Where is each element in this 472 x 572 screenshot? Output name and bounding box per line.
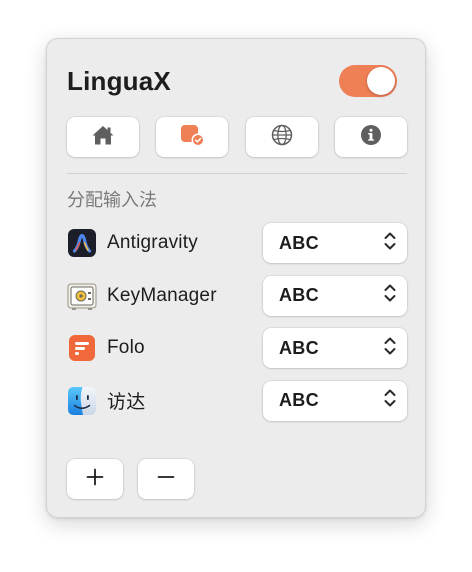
app-name: Antigravity (107, 232, 198, 253)
input-method-value: ABC (279, 285, 319, 305)
header: LinguaX (67, 59, 397, 103)
home-icon (91, 124, 115, 151)
divider (67, 173, 407, 174)
section-title: 分配输入法 (67, 190, 157, 211)
app-name: 访达 (107, 391, 146, 413)
footer (67, 459, 209, 499)
info-button[interactable] (334, 117, 407, 157)
info-icon (360, 124, 382, 151)
app-name: Folo (107, 337, 145, 358)
app-row-folo: Folo ABC (67, 328, 407, 368)
input-method-select[interactable]: ABC (263, 275, 407, 316)
chevron-up-down-icon (383, 335, 397, 362)
app-row-antigravity: Antigravity ABC (67, 223, 407, 263)
app-name: KeyManager (107, 284, 217, 306)
app-assign-icon (179, 123, 205, 152)
chevron-up-down-icon (383, 230, 397, 257)
chevron-up-down-icon (383, 387, 397, 414)
add-button[interactable] (67, 459, 123, 499)
keymanager-app-icon (67, 281, 97, 311)
input-method-value: ABC (279, 390, 319, 410)
globe-button[interactable] (245, 117, 318, 157)
toggle-knob (367, 67, 395, 95)
home-button[interactable] (67, 117, 139, 157)
linguax-panel: LinguaX 分配输入法 Antigravity ABC KeyManager… (46, 38, 426, 518)
plus-icon (86, 468, 104, 491)
app-list: Antigravity ABC KeyManager ABC Folo ABC … (67, 223, 407, 433)
input-method-select[interactable]: ABC (263, 328, 407, 368)
input-method-select[interactable]: ABC (263, 380, 407, 421)
folo-app-icon (67, 333, 97, 363)
remove-button[interactable] (138, 459, 194, 499)
chevron-up-down-icon (383, 282, 397, 309)
toolbar (67, 117, 407, 157)
app-row-keymanager: KeyManager ABC (67, 275, 407, 316)
input-method-value: ABC (279, 337, 319, 358)
app-title: LinguaX (67, 65, 171, 96)
finder-app-icon (67, 386, 97, 416)
minus-icon (157, 468, 175, 491)
app-assign-button[interactable] (156, 117, 229, 157)
input-method-select[interactable]: ABC (263, 223, 407, 263)
globe-icon (271, 124, 293, 151)
antigravity-app-icon (67, 228, 97, 258)
app-row-finder: 访达 ABC (67, 380, 407, 421)
input-method-value: ABC (279, 232, 319, 253)
enable-toggle[interactable] (339, 65, 397, 97)
